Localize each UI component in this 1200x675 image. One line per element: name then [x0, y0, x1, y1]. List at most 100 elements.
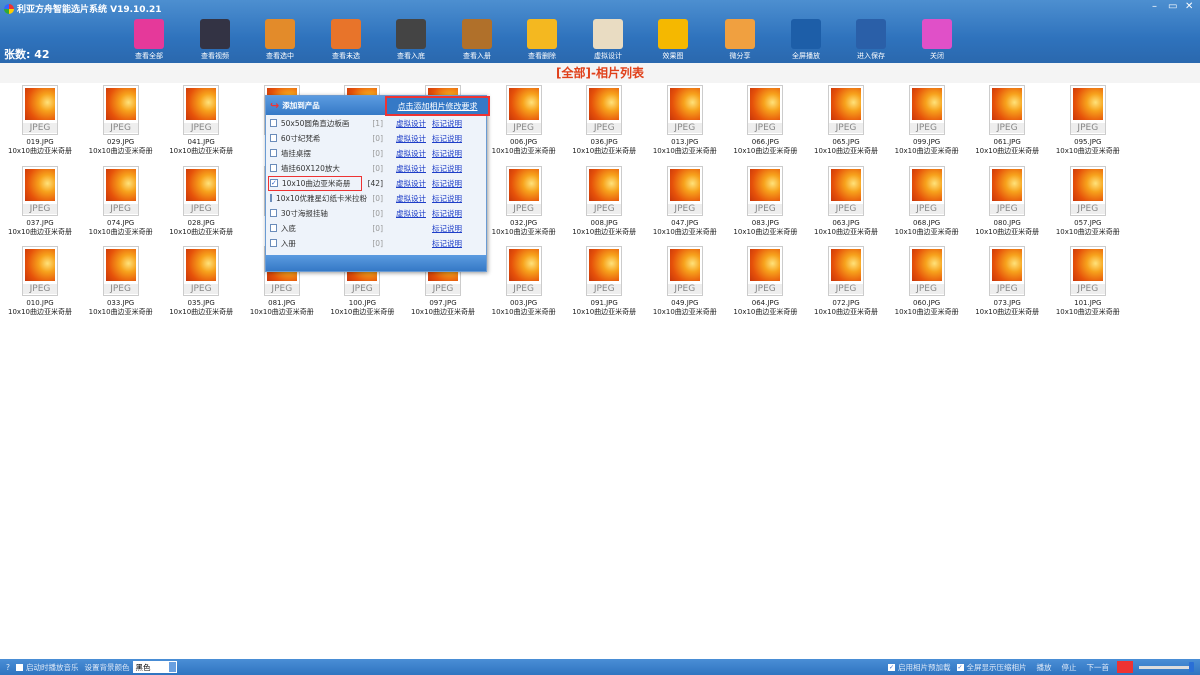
photo-tile[interactable]: JPEG 095.JPG 10x10曲边亚米奇册 — [1048, 85, 1128, 156]
photo-tile[interactable]: JPEG 061.JPG 10x10曲边亚米奇册 — [967, 85, 1047, 156]
photo-tile[interactable]: JPEG 041.JPG 10x10曲边亚米奇册 — [161, 85, 241, 156]
photo-product: 10x10曲边亚米奇册 — [975, 308, 1040, 316]
close-window-button[interactable]: ✕ — [1185, 1, 1193, 12]
virtual-design-link[interactable]: 虚拟设计 — [396, 208, 432, 219]
product-checkbox[interactable] — [270, 149, 277, 157]
virtual-design-link[interactable]: 虚拟设计 — [396, 193, 432, 204]
toolbar-button-11[interactable]: 进入保存 — [841, 19, 901, 61]
restore-button[interactable]: ▭ — [1168, 1, 1177, 12]
mute-icon[interactable] — [1117, 661, 1133, 673]
checkbox[interactable] — [15, 663, 23, 671]
virtual-design-link[interactable]: 虚拟设计 — [396, 178, 432, 189]
toolbar-button-3[interactable]: 查看未选 — [316, 19, 376, 61]
photo-tile[interactable]: JPEG 047.JPG 10x10曲边亚米奇册 — [645, 165, 725, 237]
bg-color-select[interactable]: 黑色 — [133, 661, 178, 673]
jpeg-file-icon: JPEG — [666, 85, 703, 135]
note-link[interactable]: 标记说明 — [432, 208, 468, 219]
toolbar-button-9[interactable]: 微分享 — [710, 19, 770, 61]
next-track-button[interactable]: 下一首 — [1087, 662, 1110, 673]
photo-tile[interactable]: JPEG 013.JPG 10x10曲边亚米奇册 — [645, 85, 725, 156]
photo-tile[interactable]: JPEG 035.JPG 10x10曲边亚米奇册 — [161, 246, 241, 317]
product-checkbox[interactable] — [270, 224, 277, 232]
photo-tile[interactable]: JPEG 006.JPG 10x10曲边亚米奇册 — [484, 85, 564, 156]
product-checkbox[interactable] — [270, 239, 277, 247]
bg-color-label: 设置背景颜色 — [84, 662, 130, 672]
product-name: 10x10优雅星幻纸卡米拉粉 — [276, 193, 368, 203]
photo-tile[interactable]: JPEG 083.JPG 10x10曲边亚米奇册 — [725, 165, 805, 237]
photo-tile[interactable]: JPEG 029.JPG 10x10曲边亚米奇册 — [81, 85, 161, 156]
photo-tile[interactable]: JPEG 008.JPG 10x10曲边亚米奇册 — [564, 165, 644, 237]
photo-tile[interactable]: JPEG 080.JPG 10x10曲边亚米奇册 — [967, 165, 1047, 237]
toolbar-button-0[interactable]: 查看全部 — [119, 19, 179, 61]
product-checkbox[interactable] — [270, 134, 277, 142]
photo-tile[interactable]: JPEG 065.JPG 10x10曲边亚米奇册 — [806, 85, 886, 156]
photo-tile[interactable]: JPEG 060.JPG 10x10曲边亚米奇册 — [887, 246, 967, 317]
toolbar-button-10[interactable]: 全屏播放 — [776, 19, 836, 61]
product-row: 30寸海报挂轴 [0] 虚拟设计 标记说明 — [269, 206, 484, 220]
product-checkbox[interactable] — [270, 119, 277, 127]
toolbar-button-7[interactable]: 虚拟设计 — [578, 19, 638, 61]
photo-tile[interactable]: JPEG 073.JPG 10x10曲边亚米奇册 — [967, 246, 1047, 317]
fullscreen-compressed-checkbox[interactable]: ✓ 全屏显示压缩相片 — [956, 662, 1027, 673]
note-link[interactable]: 标记说明 — [432, 163, 468, 174]
toolbar-button-4[interactable]: 查看入底 — [381, 19, 441, 61]
photo-tile[interactable]: JPEG 037.JPG 10x10曲边亚米奇册 — [0, 165, 80, 237]
photo-tile[interactable]: JPEG 032.JPG 10x10曲边亚米奇册 — [484, 165, 564, 237]
photo-tile[interactable]: JPEG 036.JPG 10x10曲边亚米奇册 — [564, 85, 644, 156]
photo-tile[interactable]: JPEG 033.JPG 10x10曲边亚米奇册 — [81, 246, 161, 317]
note-link[interactable]: 标记说明 — [432, 193, 468, 204]
photo-tile[interactable]: JPEG 028.JPG 10x10曲边亚米奇册 — [161, 165, 241, 237]
photo-tile[interactable]: JPEG 064.JPG 10x10曲边亚米奇册 — [725, 246, 805, 317]
note-link[interactable]: 标记说明 — [432, 223, 468, 234]
note-link[interactable]: 标记说明 — [432, 133, 468, 144]
note-link[interactable]: 标记说明 — [432, 178, 468, 189]
toolbar-button-6[interactable]: 查看删除 — [512, 19, 572, 61]
stop-button[interactable]: 停止 — [1062, 662, 1077, 673]
photo-tile[interactable]: JPEG 066.JPG 10x10曲边亚米奇册 — [725, 85, 805, 156]
photo-filename: 028.JPG — [187, 218, 215, 227]
photo-tile[interactable]: JPEG 049.JPG 10x10曲边亚米奇册 — [645, 246, 725, 317]
virtual-design-link[interactable]: 虚拟设计 — [396, 118, 432, 129]
photo-tile[interactable]: JPEG 019.JPG 10x10曲边亚米奇册 — [0, 85, 80, 156]
virtual-design-link[interactable]: 虚拟设计 — [396, 163, 432, 174]
volume-slider[interactable] — [1139, 661, 1194, 672]
photo-tile[interactable]: JPEG 099.JPG 10x10曲边亚米奇册 — [887, 85, 967, 156]
product-checkbox[interactable] — [270, 164, 277, 172]
photo-tile[interactable]: JPEG 072.JPG 10x10曲边亚米奇册 — [806, 246, 886, 317]
add-photo-requirement-link[interactable]: 点击添加相片修改要求 — [385, 96, 490, 116]
photo-filename: 081.JPG — [268, 299, 296, 307]
film-icon — [200, 19, 230, 49]
toolbar-button-1[interactable]: 查看视频 — [185, 19, 245, 61]
virtual-design-link[interactable]: 虚拟设计 — [396, 133, 432, 144]
note-link[interactable]: 标记说明 — [432, 118, 468, 129]
photo-tile[interactable]: JPEG 057.JPG 10x10曲边亚米奇册 — [1048, 165, 1128, 237]
photo-tile[interactable]: JPEG 010.JPG 10x10曲边亚米奇册 — [0, 246, 80, 317]
minimize-button[interactable]: – — [1152, 1, 1157, 12]
product-count: [0] — [372, 238, 383, 248]
photo-filename: 010.JPG — [26, 299, 54, 307]
photo-tile[interactable]: JPEG 091.JPG 10x10曲边亚米奇册 — [564, 246, 644, 317]
photo-tile[interactable]: JPEG 003.JPG 10x10曲边亚米奇册 — [484, 246, 564, 317]
photo-product: 10x10曲边亚米奇册 — [814, 147, 878, 155]
product-checkbox[interactable] — [270, 194, 272, 202]
photo-tile[interactable]: JPEG 063.JPG 10x10曲边亚米奇册 — [806, 165, 886, 237]
product-checkbox[interactable] — [270, 209, 277, 217]
toolbar-button-5[interactable]: 查看入册 — [447, 19, 507, 61]
photo-tile[interactable]: JPEG 074.JPG 10x10曲边亚米奇册 — [81, 165, 161, 237]
note-link[interactable]: 标记说明 — [432, 238, 468, 249]
help-button[interactable]: ? — [6, 663, 10, 672]
product-checkbox[interactable]: ✓ — [270, 179, 278, 187]
note-link[interactable]: 标记说明 — [432, 148, 468, 159]
virtual-design-link[interactable]: 虚拟设计 — [396, 148, 432, 159]
play-music-checkbox[interactable]: 启动时播放音乐 — [15, 662, 78, 673]
photo-tile[interactable]: JPEG 101.JPG 10x10曲边亚米奇册 — [1048, 246, 1128, 317]
preload-checkbox[interactable]: ✓ 启用相片预加载 — [888, 662, 951, 673]
toolbar-button-12[interactable]: 关闭 — [907, 19, 967, 61]
toolbar-button-2[interactable]: 查看选中 — [250, 19, 310, 61]
photo-filename: 061.JPG — [993, 138, 1021, 146]
slider-handle[interactable] — [1189, 661, 1194, 672]
jpeg-file-icon: JPEG — [1069, 246, 1106, 296]
photo-tile[interactable]: JPEG 068.JPG 10x10曲边亚米奇册 — [887, 165, 967, 237]
play-button[interactable]: 播放 — [1037, 662, 1052, 673]
toolbar-button-8[interactable]: 效果图 — [643, 19, 703, 61]
